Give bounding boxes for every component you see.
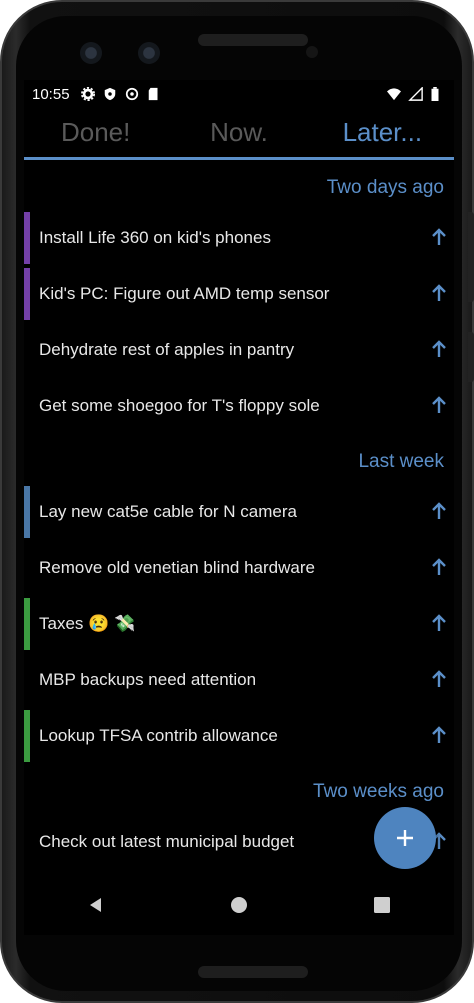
- sd-card-icon: [148, 87, 158, 101]
- power-button: [468, 332, 474, 382]
- task-item[interactable]: Lookup TFSA contrib allowance: [24, 708, 454, 764]
- shield-icon: [104, 87, 115, 101]
- plus-icon: [397, 830, 413, 846]
- task-text: Lookup TFSA contrib allowance: [39, 726, 278, 745]
- task-text: MBP backups need attention: [39, 670, 257, 689]
- task-item[interactable]: Kid's PC: Figure out AMD temp sensor: [24, 266, 454, 322]
- section-header: Last week: [358, 451, 444, 472]
- signal-icon: [408, 87, 423, 101]
- front-camera-icon: [80, 42, 102, 64]
- move-up-arrow-icon[interactable]: [432, 228, 446, 246]
- add-task-button[interactable]: [374, 807, 436, 869]
- move-up-arrow-icon[interactable]: [432, 558, 446, 576]
- battery-icon: [431, 87, 439, 101]
- tab-bar: Done! Now. Later...: [24, 108, 454, 160]
- top-speaker: [198, 34, 308, 46]
- task-text: Install Life 360 on kid's phones: [39, 228, 271, 247]
- priority-marker: [24, 710, 30, 762]
- recents-icon[interactable]: [372, 895, 392, 915]
- tab-done[interactable]: Done!: [24, 108, 167, 160]
- section-header: Two days ago: [326, 177, 444, 198]
- task-item[interactable]: Get some shoegoo for T's floppy sole: [24, 378, 454, 434]
- task-item[interactable]: MBP backups need attention: [24, 652, 454, 708]
- system-nav-bar: [24, 875, 454, 935]
- proximity-sensor: [306, 46, 318, 58]
- task-item[interactable]: Dehydrate rest of apples in pantry: [24, 322, 454, 378]
- task-text: Check out latest municipal budget: [39, 832, 295, 851]
- task-item[interactable]: Taxes 😢 💸: [24, 596, 454, 652]
- task-text: Taxes 😢 💸: [39, 614, 136, 633]
- gear-icon: [80, 87, 95, 101]
- move-up-arrow-icon[interactable]: [432, 396, 446, 414]
- move-up-arrow-icon[interactable]: [432, 340, 446, 358]
- bottom-speaker: [198, 966, 308, 978]
- move-up-arrow-icon[interactable]: [432, 614, 446, 632]
- sync-icon: [125, 87, 138, 101]
- task-item[interactable]: Install Life 360 on kid's phones: [24, 210, 454, 266]
- phone-frame: 10:55 Done! Now. Later... Two days ago In…: [0, 0, 474, 1003]
- volume-button: [468, 212, 474, 302]
- back-icon[interactable]: [86, 895, 106, 915]
- task-item[interactable]: Remove old venetian blind hardware: [24, 540, 454, 596]
- front-camera-2-icon: [138, 42, 160, 64]
- priority-marker: [24, 486, 30, 538]
- task-text: Remove old venetian blind hardware: [39, 558, 315, 577]
- wifi-icon: [387, 88, 401, 101]
- task-text: Get some shoegoo for T's floppy sole: [39, 396, 320, 415]
- move-up-arrow-icon[interactable]: [432, 502, 446, 520]
- task-text: Lay new cat5e cable for N camera: [39, 502, 297, 521]
- app-screen: 10:55 Done! Now. Later... Two days ago In…: [24, 80, 454, 935]
- move-up-arrow-icon[interactable]: [432, 670, 446, 688]
- task-item[interactable]: Lay new cat5e cable for N camera: [24, 484, 454, 540]
- tab-later[interactable]: Later...: [311, 108, 454, 160]
- tab-now[interactable]: Now.: [167, 108, 310, 160]
- priority-marker: [24, 268, 30, 320]
- task-text: Kid's PC: Figure out AMD temp sensor: [39, 284, 330, 303]
- section-header: Two weeks ago: [313, 781, 444, 802]
- task-text: Dehydrate rest of apples in pantry: [39, 340, 295, 359]
- status-bar: 10:55: [24, 80, 454, 108]
- move-up-arrow-icon[interactable]: [432, 284, 446, 302]
- priority-marker: [24, 598, 30, 650]
- home-icon[interactable]: [229, 895, 249, 915]
- move-up-arrow-icon[interactable]: [432, 726, 446, 744]
- priority-marker: [24, 212, 30, 264]
- status-time: 10:55: [32, 85, 70, 103]
